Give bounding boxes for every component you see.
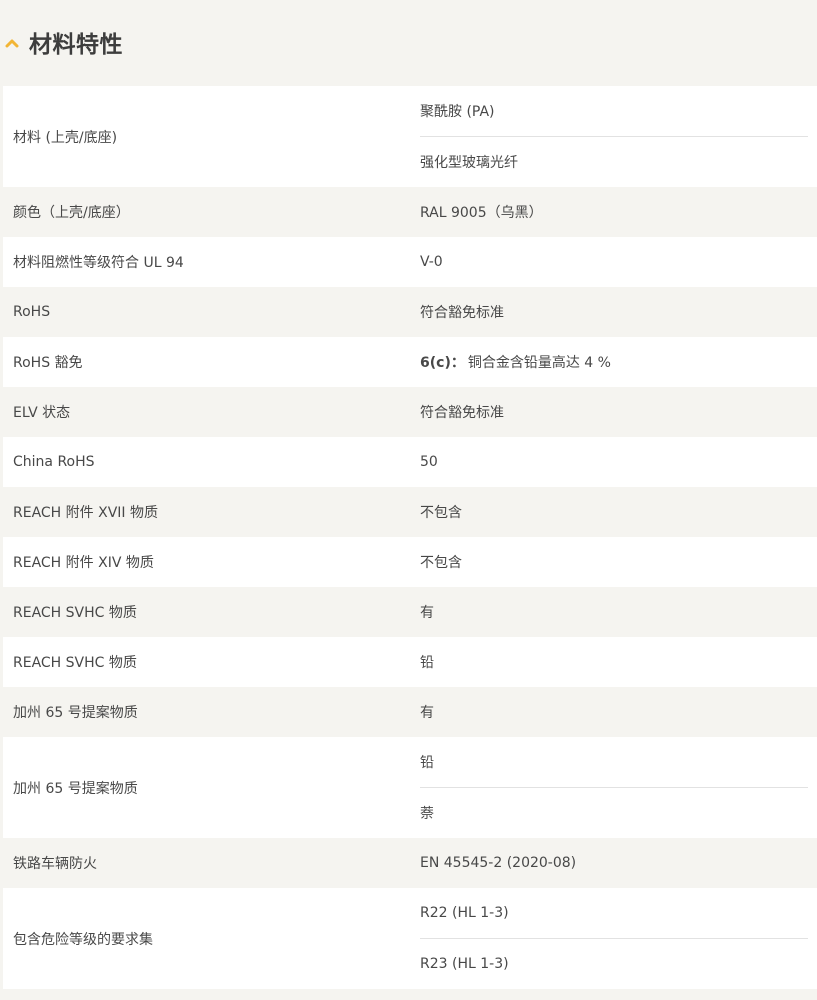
table-row: 材料阻燃性等级符合 UL 94 V-0: [3, 237, 817, 287]
property-value-cell: 50: [410, 437, 817, 487]
property-label: 加州 65 号提案物质: [13, 780, 138, 797]
property-value-cell: 铅萘: [410, 737, 817, 838]
property-value-cell: 符合豁免标准: [410, 287, 817, 337]
property-label: 材料阻燃性等级符合 UL 94: [13, 255, 184, 271]
property-value-cell: 聚酰胺 (PA) 强化型玻璃光纤: [410, 86, 817, 187]
table-row: 加州 65 号提案物质 铅萘: [3, 737, 817, 838]
property-label: 加州 65 号提案物质: [13, 705, 138, 721]
property-value: 6(c)： 铜合金含铅量高达 4 %: [420, 337, 808, 387]
property-value: 铅: [420, 755, 434, 771]
property-value: 强化型玻璃光纤: [420, 136, 808, 187]
table-row: REACH 附件 XIV 物质 不包含: [3, 537, 817, 587]
chevron-up-icon[interactable]: [4, 35, 20, 51]
property-value-cell: RAL 9005（乌黑）: [410, 187, 817, 237]
properties-table: 材料 (上壳/底座) 聚酰胺 (PA) 强化型玻璃光纤颜色（上壳/底座） RAL 90…: [3, 86, 817, 989]
property-label: 铁路车辆防火: [13, 856, 97, 872]
exemption-code: 6(c)：: [420, 355, 465, 371]
property-value: 有: [420, 705, 434, 721]
property-label: 包含危险等级的要求集: [13, 931, 153, 948]
property-value: V-0: [420, 254, 443, 270]
table-row: 铁路车辆防火 EN 45545-2 (2020-08): [3, 838, 817, 888]
material-properties-panel: 材料特性 材料 (上壳/底座) 聚酰胺 (PA) 强化型玻璃光纤颜色（上壳/底座） R…: [0, 0, 817, 1000]
table-row: 加州 65 号提案物质 有: [3, 687, 817, 737]
property-value-cell: V-0: [410, 237, 817, 287]
property-label: REACH SVHC 物质: [13, 655, 137, 671]
property-label: RoHS 豁免: [13, 355, 83, 371]
property-value-cell: R22 (HL 1-3) R23 (HL 1-3): [410, 888, 817, 989]
property-value: 不包含: [420, 555, 462, 571]
table-row: 包含危险等级的要求集 R22 (HL 1-3) R23 (HL 1-3): [3, 888, 817, 989]
property-value-cell: 铅: [410, 637, 817, 687]
property-value: 萘: [420, 787, 808, 838]
property-value-cell: 不包含: [410, 487, 817, 537]
property-label: 材料 (上壳/底座): [13, 129, 118, 146]
table-row: 颜色（上壳/底座） RAL 9005（乌黑）: [3, 187, 817, 237]
table-row: China RoHS 50: [3, 437, 817, 487]
property-value: 铅: [420, 655, 434, 671]
property-label: RoHS: [13, 304, 51, 320]
property-value: 符合豁免标准: [420, 405, 504, 421]
table-row: REACH SVHC 物质 有: [3, 587, 817, 637]
table-row: REACH SVHC 物质 铅: [3, 637, 817, 687]
property-value: 聚酰胺 (PA): [420, 104, 495, 120]
property-value-cell: 不包含: [410, 537, 817, 587]
property-value: R23 (HL 1-3): [420, 938, 808, 989]
property-label: China RoHS: [13, 454, 95, 470]
section-header[interactable]: 材料特性: [0, 0, 817, 84]
table-row: RoHS 符合豁免标准: [3, 287, 817, 337]
property-label: REACH SVHC 物质: [13, 605, 137, 621]
table-row: 材料 (上壳/底座) 聚酰胺 (PA) 强化型玻璃光纤: [3, 86, 817, 187]
property-value: 50: [420, 454, 438, 470]
property-value: RAL 9005（乌黑）: [420, 205, 543, 221]
table-row: REACH 附件 XVII 物质 不包含: [3, 487, 817, 537]
property-value-cell: 有: [410, 687, 817, 737]
property-value-cell: EN 45545-2 (2020-08): [410, 838, 817, 888]
table-row: ELV 状态 符合豁免标准: [3, 387, 817, 437]
property-value: 不包含: [420, 505, 462, 521]
table-row: RoHS 豁免 6(c)： 铜合金含铅量高达 4 %: [3, 337, 817, 387]
property-label: REACH 附件 XVII 物质: [13, 505, 158, 521]
property-value-cell: 有: [410, 587, 817, 637]
section-title: 材料特性: [29, 32, 123, 58]
property-label: ELV 状态: [13, 405, 71, 421]
property-value-cell: 符合豁免标准: [410, 387, 817, 437]
property-label: REACH 附件 XIV 物质: [13, 555, 154, 571]
property-value: EN 45545-2 (2020-08): [420, 855, 577, 871]
property-value: 符合豁免标准: [420, 305, 504, 321]
property-value: R22 (HL 1-3): [420, 905, 509, 921]
exemption-text: 铜合金含铅量高达 4 %: [467, 355, 611, 371]
property-label: 颜色（上壳/底座）: [13, 205, 130, 221]
property-value-cell: 6(c)： 铜合金含铅量高达 4 %: [410, 337, 817, 387]
property-value: 有: [420, 605, 434, 621]
